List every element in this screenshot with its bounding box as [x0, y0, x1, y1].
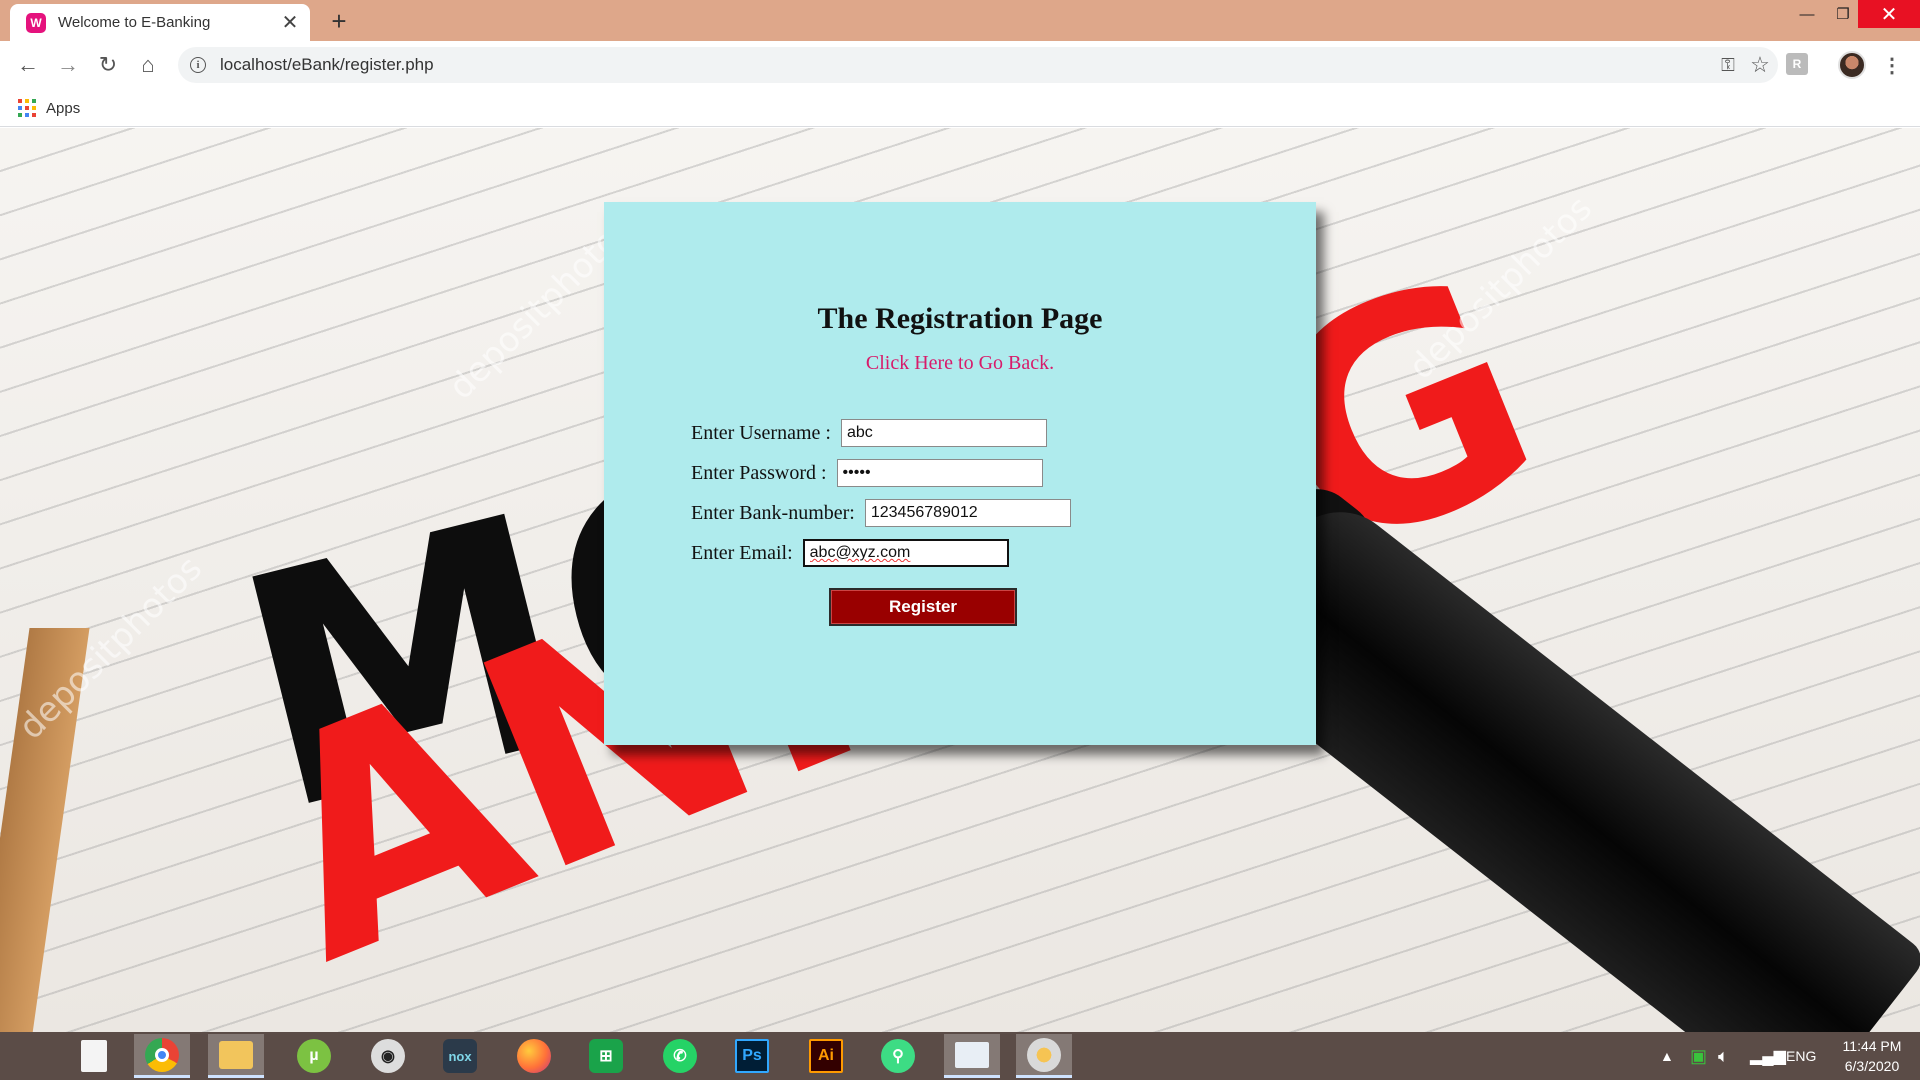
whatsapp-logo-icon: ✆: [663, 1039, 697, 1073]
whatsapp-icon[interactable]: ✆: [652, 1034, 708, 1078]
illustrator-icon[interactable]: Ai: [798, 1034, 854, 1078]
page-viewport: MO ANKING depositphotos depositphotos de…: [0, 128, 1920, 1032]
key-icon[interactable]: ⚿: [1714, 51, 1742, 79]
url-text[interactable]: localhost/eBank/register.php: [220, 55, 1714, 75]
start-icon[interactable]: [2, 1034, 58, 1078]
blank-file-icon: [81, 1040, 107, 1072]
password-input[interactable]: [836, 459, 1043, 487]
bank-number-input[interactable]: [864, 499, 1071, 527]
utorrent-icon[interactable]: µ: [286, 1034, 342, 1078]
monitor-app-icon[interactable]: [944, 1034, 1000, 1078]
password-row: Enter Password :: [691, 459, 1043, 487]
wifi-signal-icon[interactable]: ▂▄▆: [1750, 1032, 1786, 1080]
photoshop-icon[interactable]: Ps: [724, 1034, 780, 1078]
windows-logo-icon: [16, 1042, 44, 1070]
close-window-button[interactable]: ✕: [1858, 0, 1920, 28]
extension-icon[interactable]: R: [1786, 53, 1808, 75]
tray-overflow-icon[interactable]: ▲: [1660, 1032, 1674, 1080]
folder-icon: [219, 1040, 253, 1069]
utorrent-logo-icon: µ: [297, 1039, 331, 1073]
windows-taskbar: µ ◉ nox ⊞ ✆ Ps Ai ⚲ ▲ ▣ 🔈︎ ▂▄▆ ENG 11:44…: [0, 1032, 1920, 1080]
go-back-link[interactable]: Click Here to Go Back.: [604, 352, 1316, 375]
new-tab-button[interactable]: +: [324, 6, 354, 36]
store-logo-icon: ⊞: [589, 1039, 623, 1073]
browser-menu-icon[interactable]: ⋮: [1880, 51, 1904, 79]
file-icon[interactable]: [66, 1034, 122, 1078]
username-label: Enter Username :: [691, 421, 831, 444]
apps-label: Apps: [46, 99, 81, 117]
chrome-logo-icon: [145, 1037, 179, 1072]
bank-number-label: Enter Bank-number:: [691, 501, 855, 524]
email-label: Enter Email:: [691, 541, 793, 564]
monitor-logo-icon: [955, 1041, 989, 1068]
chrome-icon[interactable]: [134, 1034, 190, 1078]
speaker-app-icon[interactable]: ◉: [360, 1034, 416, 1078]
tab-strip: W Welcome to E-Banking ✕ + — ❐ ✕: [0, 0, 1920, 41]
tab-close-icon[interactable]: ✕: [278, 11, 302, 35]
bank-number-row: Enter Bank-number:: [691, 499, 1071, 527]
illustrator-logo-icon: Ai: [809, 1039, 843, 1073]
firefox-logo-icon: [517, 1039, 551, 1073]
email-row: Enter Email:: [691, 539, 1009, 567]
bookmark-star-icon[interactable]: ☆: [1742, 51, 1778, 79]
nox-icon[interactable]: nox: [432, 1034, 488, 1078]
nox-logo-icon: nox: [443, 1039, 477, 1073]
speaker-logo-icon: ◉: [371, 1039, 405, 1073]
home-icon[interactable]: ⌂: [132, 49, 164, 81]
register-button[interactable]: Register: [829, 588, 1017, 626]
forward-arrow-icon[interactable]: →: [52, 49, 84, 81]
apps-shortcut[interactable]: Apps: [18, 95, 80, 121]
android-studio-logo-icon: ⚲: [881, 1039, 915, 1073]
volume-icon[interactable]: 🔈︎: [1718, 1032, 1729, 1080]
clock-time: 11:44 PM: [1842, 1038, 1902, 1054]
reload-icon[interactable]: ↻: [92, 49, 124, 81]
username-input[interactable]: [840, 419, 1047, 447]
firefox-icon[interactable]: [506, 1034, 562, 1078]
bookmarks-bar: Apps: [0, 89, 1920, 127]
registration-card: The Registration Page Click Here to Go B…: [604, 202, 1316, 745]
tray-network-app-icon[interactable]: ▣: [1690, 1032, 1707, 1080]
back-arrow-icon[interactable]: ←: [12, 49, 44, 81]
system-clock[interactable]: 11:44 PM 6/3/2020: [1830, 1036, 1914, 1076]
profile-avatar[interactable]: [1838, 51, 1866, 79]
photoshop-logo-icon: Ps: [735, 1039, 769, 1073]
store-icon[interactable]: ⊞: [578, 1034, 634, 1078]
browser-toolbar: ← → ↻ ⌂ i localhost/eBank/register.php ⚿…: [0, 41, 1920, 89]
language-indicator[interactable]: ENG: [1786, 1032, 1816, 1080]
clock-date: 6/3/2020: [1844, 1058, 1900, 1074]
apps-grid-icon: [18, 99, 36, 117]
file-explorer-icon[interactable]: [208, 1034, 264, 1078]
site-info-icon[interactable]: i: [190, 57, 206, 73]
address-bar[interactable]: i localhost/eBank/register.php ⚿ ☆: [178, 47, 1778, 83]
tab-title: Welcome to E-Banking: [58, 14, 211, 31]
paint-icon[interactable]: [1016, 1034, 1072, 1078]
android-studio-icon[interactable]: ⚲: [870, 1034, 926, 1078]
password-label: Enter Password :: [691, 461, 827, 484]
paint-logo-icon: [1027, 1037, 1061, 1072]
wamp-favicon-icon: W: [26, 12, 46, 33]
email-input[interactable]: [802, 539, 1009, 567]
page-title: The Registration Page: [817, 302, 1103, 335]
browser-tab[interactable]: W Welcome to E-Banking ✕: [10, 4, 310, 41]
username-row: Enter Username :: [691, 419, 1047, 447]
